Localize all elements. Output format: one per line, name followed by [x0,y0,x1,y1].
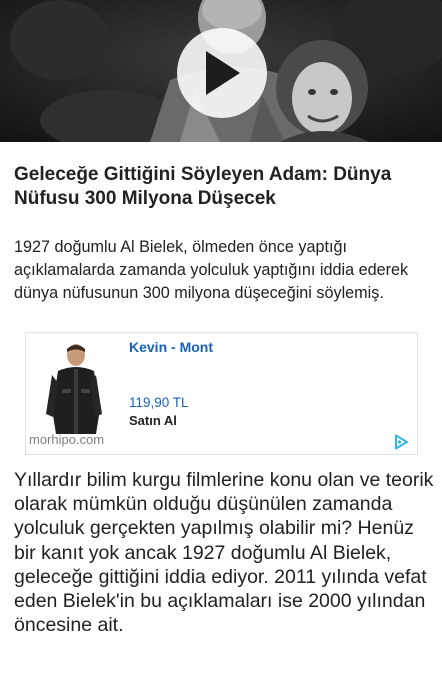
ad-price: 119,90 TL [129,395,189,410]
ad-card[interactable]: Kevin - Mont 119,90 TL Satın Al morhipo.… [25,332,418,455]
play-button[interactable] [177,28,267,118]
article-body: Yıllardır bilim kurgu filmlerine konu ol… [14,469,434,637]
article-title: Geleceğe Gittiğini Söyleyen Adam: Dünya … [14,164,392,209]
product-image[interactable] [38,339,110,434]
video-thumbnail[interactable] [0,0,442,142]
play-icon [206,51,240,95]
ad-buy-link[interactable]: Satın Al [129,413,177,428]
ad-source[interactable]: morhipo.com [29,432,104,447]
article-lead: 1927 doğumlu Al Bielek, ölmeden önce yap… [14,238,409,302]
ad-product-name[interactable]: Kevin - Mont [129,339,213,355]
adchoices-icon[interactable] [393,434,409,450]
